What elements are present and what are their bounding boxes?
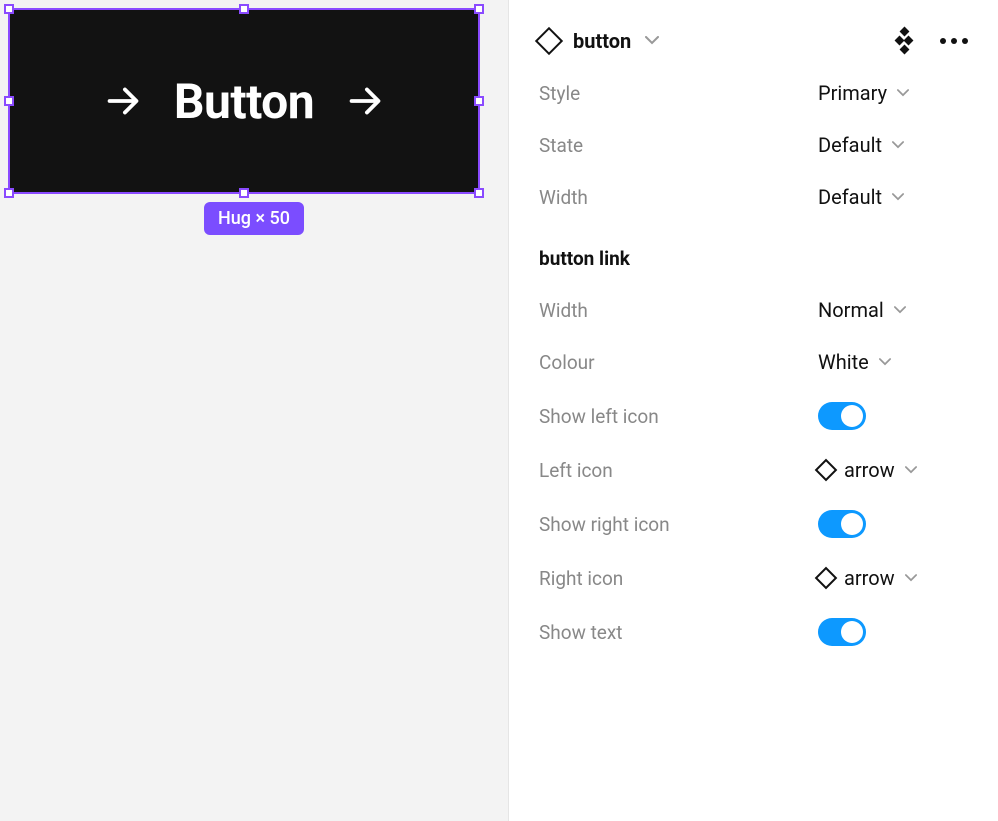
more-icon[interactable] xyxy=(940,38,968,44)
button-preview: Button xyxy=(10,10,478,192)
panel-header: button xyxy=(539,28,968,53)
chevron-down-icon xyxy=(897,89,909,97)
prop-label: Show left icon xyxy=(539,405,659,428)
prop-value: Primary xyxy=(818,81,887,105)
prop-value: arrow xyxy=(844,458,895,482)
prop-label: Show right icon xyxy=(539,513,670,536)
prop-label: Right icon xyxy=(539,567,623,590)
prop-show-left-icon: Show left icon xyxy=(539,402,968,430)
prop-link-width[interactable]: Width Normal xyxy=(539,298,968,322)
arrow-right-icon xyxy=(342,78,388,124)
resize-handle-tr[interactable] xyxy=(474,4,484,14)
prop-show-text: Show text xyxy=(539,618,968,646)
toggle-show-right-icon[interactable] xyxy=(818,510,866,538)
prop-value: arrow xyxy=(844,566,895,590)
chevron-down-icon xyxy=(892,193,904,201)
chevron-down-icon xyxy=(894,306,906,314)
section-title: button link xyxy=(539,247,968,270)
prop-state[interactable]: State Default xyxy=(539,133,968,157)
size-badge: Hug × 50 xyxy=(204,202,304,235)
chevron-down-icon xyxy=(905,574,917,582)
component-icon xyxy=(815,459,838,482)
chevron-down-icon xyxy=(905,466,917,474)
component-icon xyxy=(815,567,838,590)
resize-handle-bl[interactable] xyxy=(4,188,14,198)
resize-handle-br[interactable] xyxy=(474,188,484,198)
toggle-show-left-icon[interactable] xyxy=(818,402,866,430)
properties-panel: button Style Primary State Default xyxy=(508,0,998,821)
component-icon xyxy=(535,26,563,54)
resize-handle-ml[interactable] xyxy=(4,96,14,106)
resize-handle-mr[interactable] xyxy=(474,96,484,106)
prop-label: Left icon xyxy=(539,459,613,482)
toggle-show-text[interactable] xyxy=(818,618,866,646)
canvas[interactable]: Button Hug × 50 xyxy=(0,0,508,821)
selected-component-frame[interactable]: Button xyxy=(8,8,480,194)
prop-width[interactable]: Width Default xyxy=(539,185,968,209)
prop-value: Normal xyxy=(818,298,884,322)
prop-label: Show text xyxy=(539,621,623,644)
component-name: button xyxy=(573,29,631,53)
resize-handle-tc[interactable] xyxy=(239,4,249,14)
chevron-down-icon xyxy=(879,358,891,366)
arrow-left-icon xyxy=(100,78,146,124)
chevron-down-icon xyxy=(645,36,659,45)
prop-right-icon[interactable]: Right icon arrow xyxy=(539,566,968,590)
prop-value: White xyxy=(818,350,869,374)
resize-handle-bc[interactable] xyxy=(239,188,249,198)
prop-link-colour[interactable]: Colour White xyxy=(539,350,968,374)
prop-style[interactable]: Style Primary xyxy=(539,81,968,105)
resize-handle-tl[interactable] xyxy=(4,4,14,14)
variants-icon[interactable] xyxy=(896,28,912,53)
component-selector[interactable]: button xyxy=(539,29,659,53)
prop-value: Default xyxy=(818,133,882,157)
prop-left-icon[interactable]: Left icon arrow xyxy=(539,458,968,482)
prop-label: Colour xyxy=(539,351,595,374)
prop-value: Default xyxy=(818,185,882,209)
prop-show-right-icon: Show right icon xyxy=(539,510,968,538)
prop-label: Width xyxy=(539,299,588,322)
button-label: Button xyxy=(174,73,314,130)
prop-label: State xyxy=(539,134,583,157)
chevron-down-icon xyxy=(892,141,904,149)
prop-label: Width xyxy=(539,186,588,209)
prop-label: Style xyxy=(539,82,580,105)
